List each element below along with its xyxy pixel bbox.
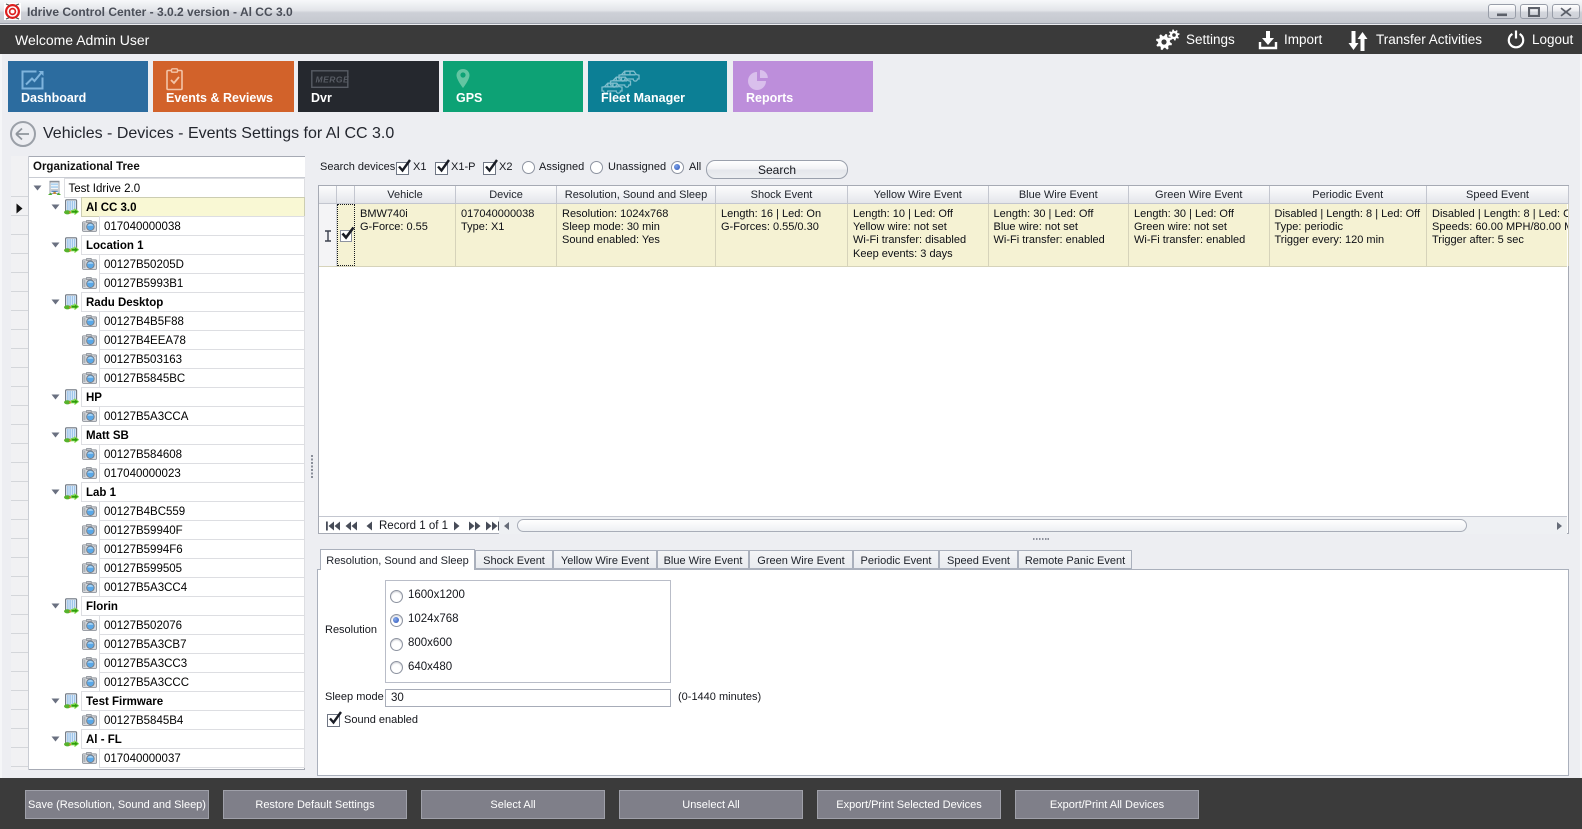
svg-text:MERGE: MERGE [316, 75, 350, 85]
